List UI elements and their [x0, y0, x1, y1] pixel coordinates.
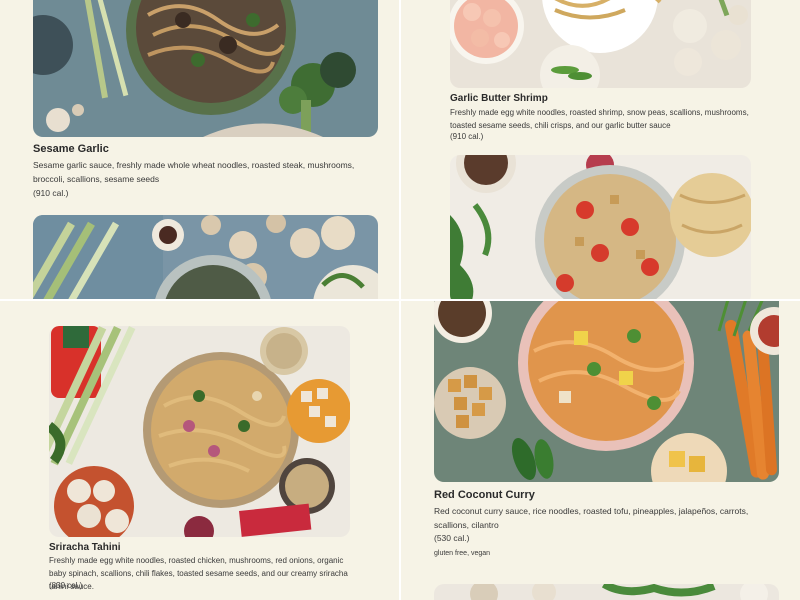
sriracha-tahini-calories: (830 cal.) — [49, 581, 83, 590]
garlic-butter-shrimp-photo[interactable] — [450, 0, 751, 88]
menu-card-next-right[interactable] — [401, 155, 800, 299]
sesame-garlic-calories: (910 cal.) — [33, 188, 69, 198]
sriracha-tahini-title[interactable]: Sriracha Tahini — [49, 542, 121, 553]
menu-card-red-coconut-curry[interactable]: Red Coconut Curry Red coconut curry sauc… — [401, 301, 800, 571]
menu-card-garlic-butter-shrimp[interactable]: Garlic Butter Shrimp Freshly made egg wh… — [401, 0, 800, 150]
quadrant-bottom-right: Red Coconut Curry Red coconut curry sauc… — [401, 301, 800, 600]
garlic-butter-shrimp-description: Freshly made egg white noodles, roasted … — [450, 108, 749, 130]
menu-card-sriracha-tahini[interactable]: Sriracha Tahini Freshly made egg white n… — [0, 301, 399, 600]
red-coconut-curry-photo[interactable] — [434, 301, 779, 482]
garlic-butter-shrimp-title[interactable]: Garlic Butter Shrimp — [450, 93, 548, 104]
sesame-garlic-image — [33, 0, 378, 137]
next-dish-image — [33, 215, 378, 299]
next-dish-bottom-photo[interactable] — [434, 584, 779, 600]
red-coconut-curry-title[interactable]: Red Coconut Curry — [434, 489, 535, 501]
menu-card-next-bottom[interactable] — [401, 584, 800, 600]
quadrant-top-left: Sesame Garlic Sesame garlic sauce, fresh… — [0, 0, 399, 299]
sesame-garlic-photo[interactable] — [33, 0, 378, 137]
red-coconut-curry-image — [434, 301, 779, 482]
sesame-garlic-title[interactable]: Sesame Garlic — [33, 143, 109, 155]
red-coconut-curry-diet-tags: gluten free, vegan — [434, 550, 491, 557]
sesame-garlic-description: Sesame garlic sauce, freshly made whole … — [33, 160, 355, 184]
sriracha-tahini-image — [49, 326, 350, 537]
next-dish-right-photo[interactable] — [450, 155, 751, 299]
red-coconut-curry-calories: (530 cal.) — [434, 533, 470, 543]
next-dish-right-image — [450, 155, 751, 299]
sriracha-tahini-description: Freshly made egg white noodles, roasted … — [49, 556, 348, 591]
garlic-butter-shrimp-image — [450, 0, 751, 88]
sriracha-tahini-photo[interactable] — [49, 326, 350, 537]
garlic-butter-shrimp-calories: (910 cal.) — [450, 132, 484, 141]
next-dish-photo[interactable] — [33, 215, 378, 299]
menu-card-sesame-garlic[interactable]: Sesame Garlic Sesame garlic sauce, fresh… — [0, 0, 399, 210]
quadrant-bottom-left: Sriracha Tahini Freshly made egg white n… — [0, 301, 399, 600]
menu-card-next-left[interactable] — [0, 215, 399, 299]
quadrant-top-right: Garlic Butter Shrimp Freshly made egg wh… — [401, 0, 800, 299]
next-dish-bottom-image — [434, 584, 779, 600]
horizontal-divider — [0, 299, 800, 301]
red-coconut-curry-description: Red coconut curry sauce, rice noodles, r… — [434, 506, 749, 530]
